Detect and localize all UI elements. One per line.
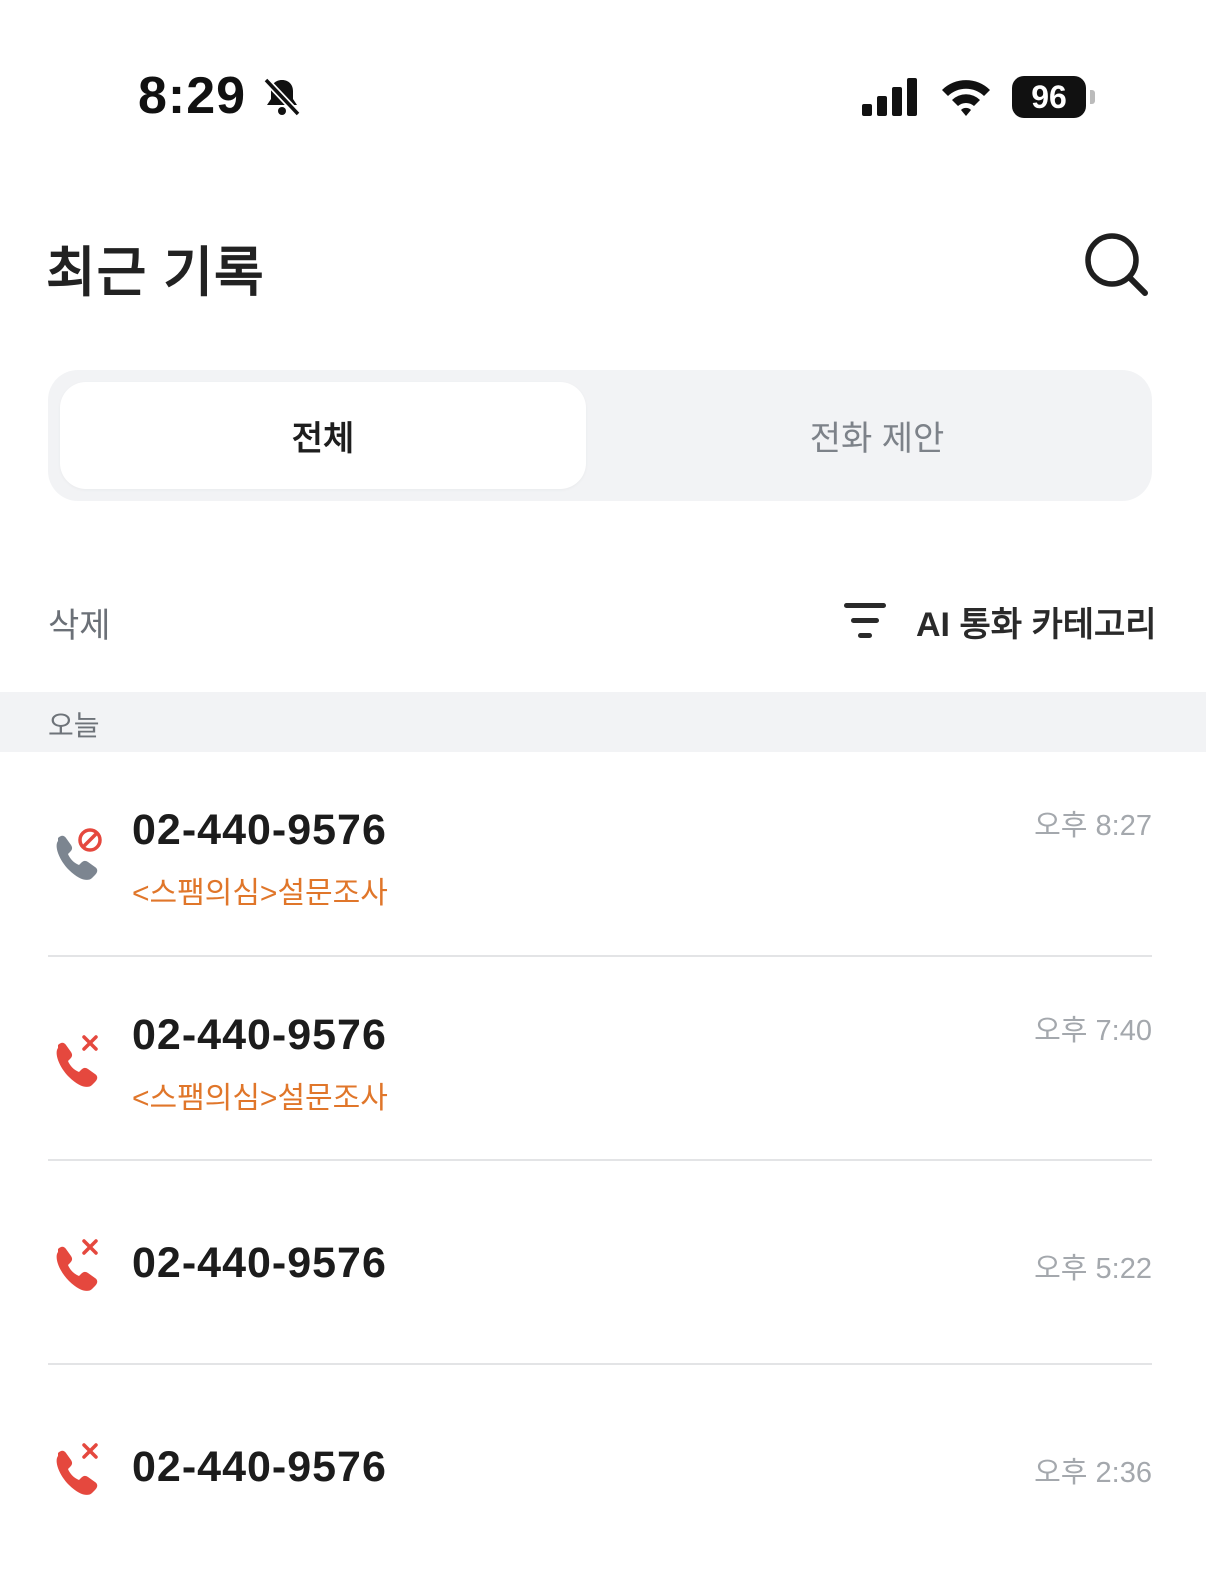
status-bar: 8:29 96 [0,0,1206,160]
section-header-today: 오늘 [0,692,1206,752]
battery-icon: 96 [1012,76,1086,118]
spam-tag: <스팸의심>설문조사 [132,877,388,910]
call-number: 02-440-9576 [132,1239,387,1287]
phone-missed-icon [48,1033,104,1094]
call-number: 02-440-9576 [132,806,387,854]
phone-missed-icon [48,1237,104,1298]
call-time: 오후 7:40 [1034,1015,1152,1047]
delete-button[interactable]: 삭제 [48,598,111,647]
call-number: 02-440-9576 [132,1443,387,1491]
search-icon [1085,233,1148,296]
call-row[interactable]: 02-440-9576 오후 5:22 [0,1161,1206,1363]
filter-icon [844,603,886,638]
wifi-icon [940,76,992,123]
call-row[interactable]: 02-440-9576 오후 2:36 [0,1365,1206,1576]
search-button[interactable] [1082,230,1152,300]
battery-tip [1090,90,1095,104]
signal-icon [862,78,920,121]
phone-blocked-icon [48,826,104,887]
call-time: 오후 5:22 [1034,1253,1152,1285]
call-time: 오후 8:27 [1034,810,1152,842]
status-time: 8:29 [138,67,247,125]
call-row[interactable]: 02-440-9576 <스팸의심>설문조사 오후 7:40 [0,957,1206,1160]
page-title: 최근 기록 [46,243,265,303]
call-number: 02-440-9576 [132,1011,387,1059]
section-label: 오늘 [48,710,100,741]
spam-tag: <스팸의심>설문조사 [132,1082,388,1115]
bell-muted-icon [262,76,302,123]
filter-label: AI 통화 카테고리 [916,605,1157,644]
call-row[interactable]: 02-440-9576 <스팸의심>설문조사 오후 8:27 [0,752,1206,956]
tab-call-suggestions[interactable]: 전화 제안 [614,382,1140,489]
segmented-tabs: 전체 전화 제안 [48,370,1152,501]
ai-category-filter-button[interactable]: AI 통화 카테고리 [842,596,1157,646]
call-time: 오후 2:36 [1034,1457,1152,1489]
phone-missed-icon [48,1441,104,1502]
tab-all[interactable]: 전체 [60,382,586,489]
